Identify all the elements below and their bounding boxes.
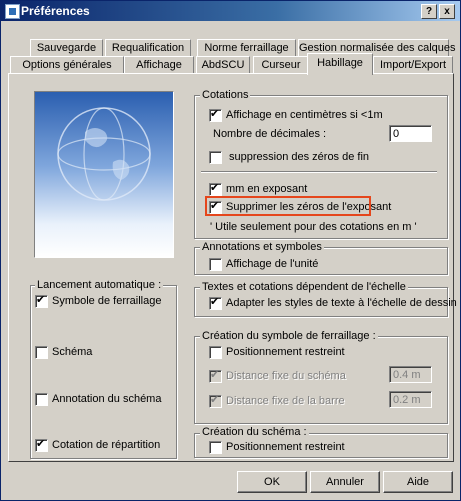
trailing-zeros-checkbox[interactable]: [209, 151, 222, 164]
schema-checkbox[interactable]: [35, 346, 48, 359]
cotations-label: Cotations: [200, 89, 251, 101]
symbole-restricted-label: Positionnement restreint: [226, 346, 345, 358]
tab-curseur[interactable]: Curseur: [253, 56, 309, 74]
help-button[interactable]: Aide: [383, 471, 453, 493]
tab-norme-ferraillage[interactable]: Norme ferraillage: [197, 39, 296, 57]
app-icon: [5, 4, 20, 19]
cotations-separator: [201, 171, 437, 173]
close-icon[interactable]: x: [439, 4, 455, 19]
ok-button[interactable]: OK: [237, 471, 307, 493]
title-bar: Préférences ? x: [1, 1, 460, 21]
decimals-label: Nombre de décimales :: [213, 128, 327, 140]
tab-abdscu[interactable]: AbdSCU: [196, 56, 250, 74]
trailing-zeros-label: suppression des zéros de fin: [229, 151, 370, 163]
scale-label: Textes et cotations dépendent de l'échel…: [200, 281, 408, 293]
tab-options-generales[interactable]: Options générales: [10, 56, 124, 74]
symbole-restricted-checkbox[interactable]: [209, 346, 222, 359]
tab-requalification[interactable]: Requalification: [105, 39, 191, 57]
preferences-dialog: Préférences ? x Sauvegarde Requalificati…: [0, 0, 461, 501]
highlight-box: [205, 196, 371, 216]
annotations-label: Annotations et symboles: [200, 241, 324, 253]
adapt-text-styles-label: Adapter les styles de texte à l'échelle …: [226, 297, 457, 309]
decimals-input[interactable]: 0: [389, 125, 432, 142]
tab-import-export[interactable]: Import/Export: [373, 56, 453, 74]
distance-barre-checkbox[interactable]: [209, 393, 222, 408]
unit-display-checkbox[interactable]: [209, 258, 222, 271]
annotation-schema-checkbox[interactable]: [35, 393, 48, 406]
auto-launch-group: [30, 285, 177, 459]
distance-schema-checkbox[interactable]: [209, 368, 222, 383]
symbole-ferraillage-checkbox[interactable]: [35, 293, 48, 308]
distance-schema-input[interactable]: 0.4 m: [389, 366, 432, 383]
help-title-button[interactable]: ?: [421, 4, 437, 19]
mm-exposant-label: mm en exposant: [226, 183, 308, 195]
meters-note: ' Utile seulement pour des cotations en …: [210, 221, 417, 233]
window-title: Préférences: [21, 4, 90, 18]
distance-schema-label: Distance fixe du schéma: [226, 370, 346, 382]
symbole-ferraillage-label: Symbole de ferraillage: [52, 295, 162, 307]
symbole-creation-label: Création du symbole de ferraillage :: [200, 330, 378, 342]
annotation-schema-label: Annotation du schéma: [52, 393, 162, 405]
schema-creation-label: Création du schéma :: [200, 426, 309, 438]
tab-affichage[interactable]: Affichage: [124, 56, 194, 74]
cotation-repartition-checkbox[interactable]: [35, 437, 48, 452]
adapt-text-styles-checkbox[interactable]: [209, 295, 222, 310]
auto-launch-label: Lancement automatique :: [35, 279, 164, 291]
schema-restricted-checkbox[interactable]: [209, 441, 222, 454]
cm-display-checkbox[interactable]: [209, 107, 222, 122]
tab-habillage[interactable]: Habillage: [307, 53, 373, 75]
distance-barre-input[interactable]: 0.2 m: [389, 391, 432, 408]
schema-label: Schéma: [52, 346, 93, 358]
mm-exposant-checkbox[interactable]: [209, 181, 222, 196]
distance-barre-label: Distance fixe de la barre: [226, 395, 345, 407]
cm-display-label: Affichage en centimètres si <1m: [226, 109, 383, 121]
globe-preview-image: [34, 91, 174, 258]
cancel-button[interactable]: Annuler: [310, 471, 380, 493]
schema-restricted-label: Positionnement restreint: [226, 441, 345, 453]
cotation-repartition-label: Cotation de répartition: [52, 439, 161, 451]
unit-display-label: Affichage de l'unité: [226, 258, 319, 270]
tab-sauvegarde[interactable]: Sauvegarde: [30, 39, 103, 57]
